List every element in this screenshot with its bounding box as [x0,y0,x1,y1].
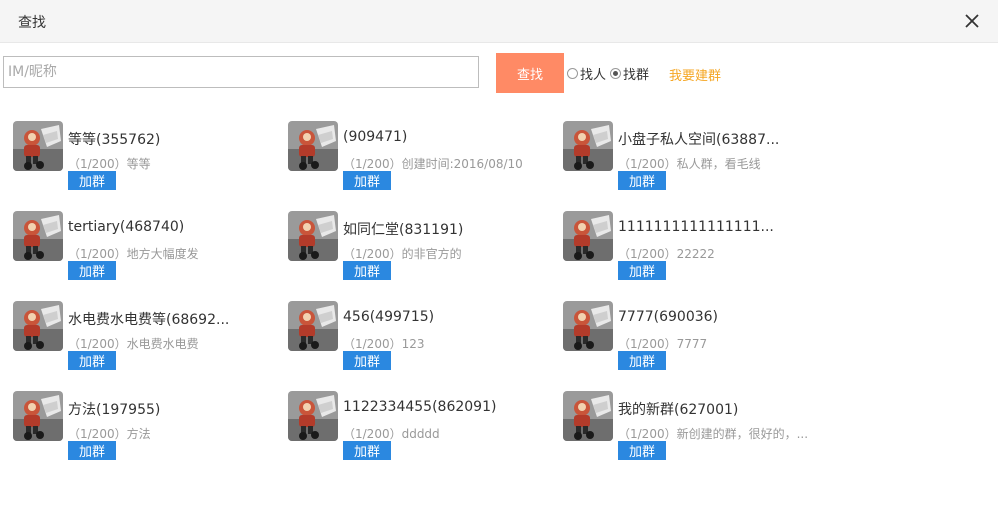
join-group-button[interactable]: 加群 [618,261,666,280]
join-group-button[interactable]: 加群 [343,261,391,280]
group-name: 水电费水电费等(68692... [68,312,230,328]
join-group-button[interactable]: 加群 [618,441,666,460]
group-description: （1/200）123 [343,337,425,351]
group-name: 1111111111111111... [618,219,774,235]
group-name: 如同仁堂(831191) [343,222,464,238]
group-avatar[interactable] [563,391,613,441]
group-avatar[interactable] [13,211,63,261]
group-description: （1/200）的非官方的 [343,247,462,261]
group-name: 等等(355762) [68,132,161,148]
group-description: （1/200）22222 [618,247,715,261]
group-description: （1/200）ddddd [343,427,440,441]
group-avatar[interactable] [288,301,338,351]
group-card: 方法(197955) （1/200）方法 加群 [13,391,283,460]
join-group-button[interactable]: 加群 [68,171,116,190]
group-name: 456(499715) [343,309,435,325]
group-avatar[interactable] [13,301,63,351]
group-description: （1/200）私人群，看毛线 [618,157,761,171]
group-name: 方法(197955) [68,402,161,418]
join-group-button[interactable]: 加群 [68,261,116,280]
join-group-button[interactable]: 加群 [618,351,666,370]
group-card: 7777(690036) （1/200）7777 加群 [563,301,833,370]
group-avatar[interactable] [288,211,338,261]
group-name: (909471) [343,129,408,145]
group-card: (909471) （1/200）创建时间:2016/08/10 加群 [288,121,558,190]
group-description: （1/200）等等 [68,157,151,171]
group-name: 我的新群(627001) [618,402,739,418]
group-description: （1/200）水电费水电费 [68,337,199,351]
group-avatar[interactable] [13,391,63,441]
join-group-button[interactable]: 加群 [343,171,391,190]
group-card: tertiary(468740) （1/200）地方大幅度发 加群 [13,211,283,280]
group-card: 如同仁堂(831191) （1/200）的非官方的 加群 [288,211,558,280]
group-card: 456(499715) （1/200）123 加群 [288,301,558,370]
group-card: 等等(355762) （1/200）等等 加群 [13,121,283,190]
group-name: 小盘子私人空间(63887... [618,132,780,148]
group-avatar[interactable] [288,121,338,171]
join-group-button[interactable]: 加群 [343,351,391,370]
join-group-button[interactable]: 加群 [68,351,116,370]
group-avatar[interactable] [563,121,613,171]
group-description: （1/200）7777 [618,337,708,351]
group-avatar[interactable] [563,301,613,351]
join-group-button[interactable]: 加群 [68,441,116,460]
group-avatar[interactable] [13,121,63,171]
group-description: （1/200）新创建的群，很好的，... [618,427,809,441]
group-avatar[interactable] [288,391,338,441]
group-card: 我的新群(627001) （1/200）新创建的群，很好的，... 加群 [563,391,833,460]
group-card: 水电费水电费等(68692... （1/200）水电费水电费 加群 [13,301,283,370]
group-description: （1/200）地方大幅度发 [68,247,199,261]
group-card: 1122334455(862091) （1/200）ddddd 加群 [288,391,558,460]
join-group-button[interactable]: 加群 [618,171,666,190]
group-name: tertiary(468740) [68,219,185,235]
group-name: 1122334455(862091) [343,399,497,415]
group-description: （1/200）方法 [68,427,151,441]
group-results-grid: 等等(355762) （1/200）等等 加群 (909471) （1/200）创建时间… [0,0,998,520]
group-card: 小盘子私人空间(63887... （1/200）私人群，看毛线 加群 [563,121,833,190]
group-description: （1/200）创建时间:2016/08/10 [343,157,523,171]
group-card: 1111111111111111... （1/200）22222 加群 [563,211,833,280]
join-group-button[interactable]: 加群 [343,441,391,460]
group-avatar[interactable] [563,211,613,261]
group-name: 7777(690036) [618,309,718,325]
